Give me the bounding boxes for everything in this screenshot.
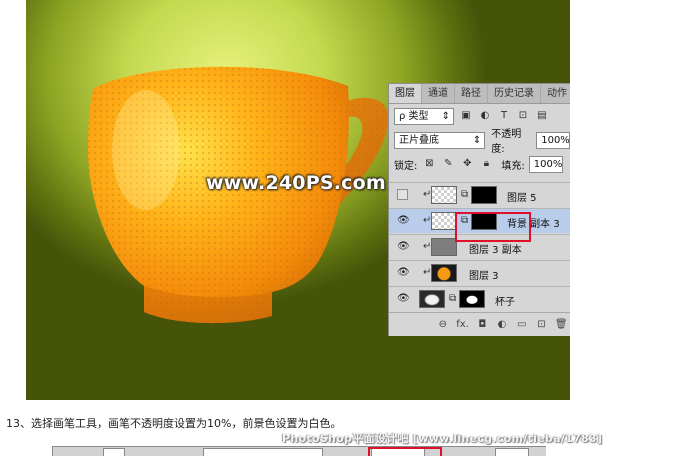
tab-channels[interactable]: 通道 bbox=[422, 84, 455, 103]
filter-type-label: 类型 bbox=[408, 110, 429, 122]
layer-thumbnail bbox=[431, 264, 457, 282]
tab-paths[interactable]: 路径 bbox=[455, 84, 488, 103]
blend-opacity-row: 正片叠底 ⇕ 不透明度: 100% bbox=[389, 128, 570, 155]
adjustment-layer-icon[interactable]: ◐ bbox=[492, 319, 512, 330]
smart-object-filter-icon[interactable]: ▤ bbox=[535, 109, 549, 123]
fill-label: 填充: bbox=[501, 160, 525, 172]
layer-filter-row: ρ 类型 ⇕ ▣ ◐ T ⊡ ▤ bbox=[389, 104, 570, 128]
highlight-box bbox=[455, 212, 531, 242]
lock-label: 锁定: bbox=[394, 160, 418, 172]
add-mask-icon[interactable]: ◘ bbox=[472, 319, 492, 330]
layer-row[interactable]: 👁︎ ↵ 图层 3 bbox=[389, 260, 570, 285]
link-layers-icon[interactable]: ⊖ bbox=[433, 319, 453, 330]
layer-thumbnail bbox=[431, 186, 457, 204]
eye-icon[interactable]: 👁︎ bbox=[397, 215, 410, 226]
opacity-field[interactable]: 100% bbox=[536, 131, 570, 149]
layer-thumbnail bbox=[419, 290, 445, 308]
eye-icon[interactable]: 👁︎ bbox=[397, 293, 410, 304]
brush-options-bar bbox=[52, 446, 546, 456]
lock-transparent-pixels-icon[interactable]: ⊠ bbox=[422, 157, 436, 171]
chevron-down-icon: ⇕ bbox=[441, 110, 450, 122]
layers-panel: 图层 通道 路径 历史记录 动作 ρ 类型 ⇕ ▣ ◐ T ⊡ ▤ 正片叠底 ⇕… bbox=[388, 83, 570, 336]
opacity-label: 不透明度: bbox=[491, 129, 522, 155]
layer-thumbnail bbox=[431, 212, 457, 230]
highlight-box bbox=[368, 447, 442, 456]
fx-icon[interactable]: fx. bbox=[453, 319, 473, 330]
eye-icon[interactable]: 👁︎ bbox=[397, 241, 410, 252]
layer-mask-thumbnail[interactable] bbox=[459, 290, 485, 308]
lock-fill-row: 锁定: ⊠ ✎ ✥ 🔒︎ 填充: 100% bbox=[389, 152, 570, 176]
visibility-toggle-off[interactable] bbox=[397, 189, 408, 200]
blend-mode-select[interactable]: 正片叠底 ⇕ bbox=[394, 131, 486, 149]
site-watermark: PhotoShop平面设计吧 [www.linecg.com/tieba/178… bbox=[282, 432, 603, 445]
new-group-icon[interactable]: ▭ bbox=[512, 319, 532, 330]
search-icon: ρ bbox=[399, 110, 406, 122]
layer-name[interactable]: 图层 3 bbox=[469, 267, 499, 282]
fill-field[interactable]: 100% bbox=[528, 155, 563, 173]
site-watermark-240ps: www.240PS.com bbox=[206, 172, 386, 194]
type-filter-icon[interactable]: T bbox=[497, 109, 511, 123]
lock-image-pixels-icon[interactable]: ✎ bbox=[441, 157, 455, 171]
shape-filter-icon[interactable]: ⊡ bbox=[516, 109, 530, 123]
new-layer-icon[interactable]: ⊡ bbox=[532, 319, 552, 330]
layer-name[interactable]: 杯子 bbox=[495, 293, 515, 308]
adjustment-filter-icon[interactable]: ◐ bbox=[478, 109, 492, 123]
link-chain-icon: ⧉ bbox=[449, 293, 457, 304]
trash-icon[interactable]: 🗑 bbox=[551, 319, 570, 330]
link-chain-icon: ⧉ bbox=[461, 189, 469, 200]
brush-preset-picker[interactable] bbox=[103, 448, 125, 456]
chevron-down-icon: ⇕ bbox=[472, 134, 482, 146]
layer-name[interactable]: 图层 3 副本 bbox=[469, 241, 522, 256]
layer-filter-select[interactable]: ρ 类型 ⇕ bbox=[394, 107, 454, 125]
panel-tabs: 图层 通道 路径 历史记录 动作 bbox=[389, 84, 570, 104]
layer-row[interactable]: 👁︎ ⧉ 杯子 bbox=[389, 286, 570, 311]
flow-field[interactable] bbox=[495, 448, 529, 456]
eye-icon[interactable]: 👁︎ bbox=[397, 267, 410, 278]
layer-mask-thumbnail[interactable] bbox=[471, 186, 497, 204]
blend-mode-value: 正片叠底 bbox=[399, 134, 439, 146]
layer-name[interactable]: 图层 5 bbox=[507, 189, 537, 204]
layer-row[interactable]: ↵ ⧉ 图层 5 bbox=[389, 182, 570, 207]
tab-history[interactable]: 历史记录 bbox=[488, 84, 541, 103]
layer-thumbnail bbox=[431, 238, 457, 256]
step-caption: 13、选择画笔工具，画笔不透明度设置为10%，前景色设置为白色。 bbox=[6, 417, 342, 430]
lock-all-icon[interactable]: 🔒︎ bbox=[479, 157, 493, 171]
tab-layers[interactable]: 图层 bbox=[389, 84, 422, 103]
mode-select[interactable] bbox=[203, 448, 323, 456]
lock-position-icon[interactable]: ✥ bbox=[460, 157, 474, 171]
layers-bottom-bar: ⊖ fx. ◘ ◐ ▭ ⊡ 🗑 bbox=[389, 312, 570, 336]
image-filter-icon[interactable]: ▣ bbox=[459, 109, 473, 123]
tab-actions[interactable]: 动作 bbox=[541, 84, 570, 103]
